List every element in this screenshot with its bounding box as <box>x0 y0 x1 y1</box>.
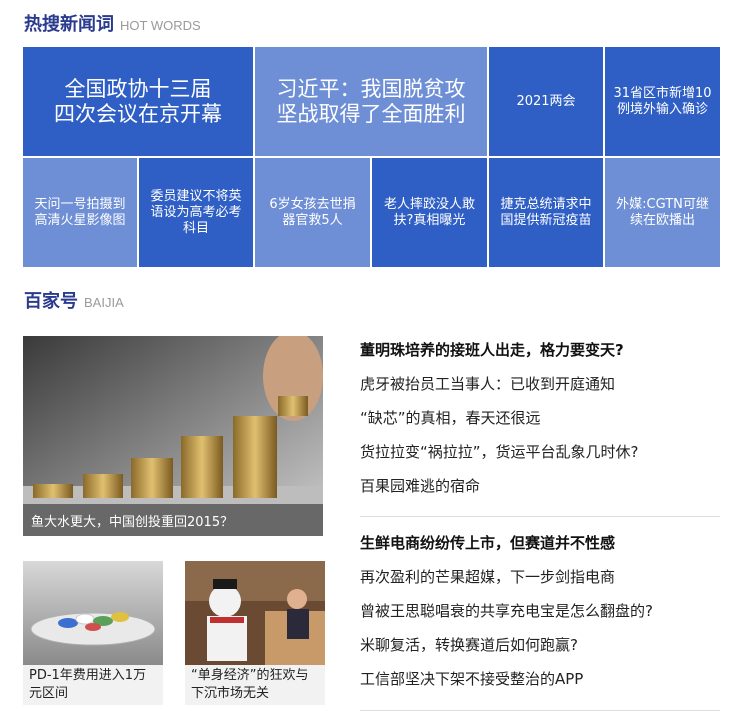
main-feature-image[interactable]: 鱼大水更大，中国创投重回2015？ <box>23 336 323 536</box>
hot-tile[interactable]: 全国政协十三届 四次会议在京开幕 <box>23 47 253 156</box>
tile-line: 习近平：我国脱贫攻 <box>276 76 466 101</box>
news-item[interactable]: 米聊复活，转换赛道后如何跑赢? <box>360 628 720 662</box>
news-headline[interactable]: 生鲜电商纷纷传上市，但赛道并不性感 <box>360 526 720 560</box>
hot-tile[interactable]: 6岁女孩去世捐 器官救5人 <box>255 158 370 267</box>
news-item[interactable]: 再次盈利的芒果超媒，下一步剑指电商 <box>360 560 720 594</box>
tile-line: 捷克总统请求中 <box>500 196 592 212</box>
hot-tile[interactable]: 外媒:CGTN可继 续在欧播出 <box>605 158 720 267</box>
news-list-group-2: 生鲜电商纷纷传上市，但赛道并不性感 再次盈利的芒果超媒，下一步剑指电商 曾被王思… <box>360 526 720 696</box>
tile-line: 全国政协十三届 <box>64 76 212 101</box>
news-divider <box>360 516 720 517</box>
news-item[interactable]: “缺芯”的真相，春天还很远 <box>360 401 720 435</box>
small-card-caption: PD-1年费用进入1万元区间 <box>23 665 163 705</box>
hot-tile[interactable]: 委员建议不将英 语设为高考必考 科目 <box>139 158 253 267</box>
hot-tile[interactable]: 天问一号拍摄到 高清火星影像图 <box>23 158 137 267</box>
tile-line: 委员建议不将英 <box>150 188 242 204</box>
tile-line: 器官救5人 <box>282 212 343 228</box>
tile-line: 科目 <box>182 220 209 236</box>
tile-line: 例境外输入确诊 <box>616 101 708 117</box>
hot-words-subtitle: HOT WORDS <box>120 18 201 33</box>
hot-words-grid: 全国政协十三届 四次会议在京开幕 习近平：我国脱贫攻 坚战取得了全面胜利 2021两… <box>23 47 720 267</box>
hot-tile[interactable]: 2021两会 <box>489 47 603 156</box>
tile-line: 外媒:CGTN可继 <box>616 196 709 212</box>
tile-line: 扶?真相曝光 <box>393 212 466 228</box>
news-list-group-1: 董明珠培养的接班人出走，格力要变天? 虎牙被抬员工当事人：已收到开庭通知 “缺芯… <box>360 333 720 503</box>
tile-line: 语设为高考必考 <box>150 204 242 220</box>
baijia-header: 百家号 BAIJIA <box>24 287 124 313</box>
news-item[interactable]: 百果园难逃的宿命 <box>360 469 720 503</box>
hot-words-header: 热搜新闻词 HOT WORDS <box>24 10 201 36</box>
hot-tile[interactable]: 习近平：我国脱贫攻 坚战取得了全面胜利 <box>255 47 487 156</box>
news-divider <box>360 710 720 711</box>
pills-photo-icon <box>23 561 163 665</box>
tile-line: 2021两会 <box>516 93 576 109</box>
tile-line: 四次会议在京开幕 <box>54 101 222 126</box>
news-item[interactable]: 工信部坚决下架不接受整治的APP <box>360 662 720 696</box>
news-headline[interactable]: 董明珠培养的接班人出走，格力要变天? <box>360 333 720 367</box>
main-feature-caption: 鱼大水更大，中国创投重回2015？ <box>23 504 323 536</box>
tile-line: 坚战取得了全面胜利 <box>276 101 466 126</box>
hot-tile[interactable]: 捷克总统请求中 国提供新冠疫苗 <box>489 158 603 267</box>
news-item[interactable]: 曾被王思聪唱衰的共享充电宝是怎么翻盘的? <box>360 594 720 628</box>
tile-line: 6岁女孩去世捐 <box>269 196 356 212</box>
tile-line: 国提供新冠疫苗 <box>500 212 592 228</box>
baijia-title: 百家号 <box>24 291 78 312</box>
snowman-cafe-photo-icon <box>185 561 325 665</box>
tile-line: 高清火星影像图 <box>34 212 126 228</box>
small-card[interactable]: “单身经济”的狂欢与下沉市场无关 <box>185 561 325 705</box>
tile-line: 31省区市新增10 <box>613 85 712 101</box>
news-item[interactable]: 虎牙被抬员工当事人：已收到开庭通知 <box>360 367 720 401</box>
hot-tile[interactable]: 31省区市新增10 例境外输入确诊 <box>605 47 720 156</box>
small-card[interactable]: PD-1年费用进入1万元区间 <box>23 561 163 705</box>
small-card-caption: “单身经济”的狂欢与下沉市场无关 <box>185 665 325 705</box>
news-item[interactable]: 货拉拉变“祸拉拉”，货运平台乱象几时休? <box>360 435 720 469</box>
hot-tile[interactable]: 老人摔跤没人敢 扶?真相曝光 <box>372 158 487 267</box>
tile-line: 续在欧播出 <box>629 212 695 228</box>
tile-line: 天问一号拍摄到 <box>34 196 126 212</box>
tile-line: 老人摔跤没人敢 <box>383 196 475 212</box>
baijia-subtitle: BAIJIA <box>84 295 124 310</box>
hot-words-title: 热搜新闻词 <box>24 14 114 35</box>
